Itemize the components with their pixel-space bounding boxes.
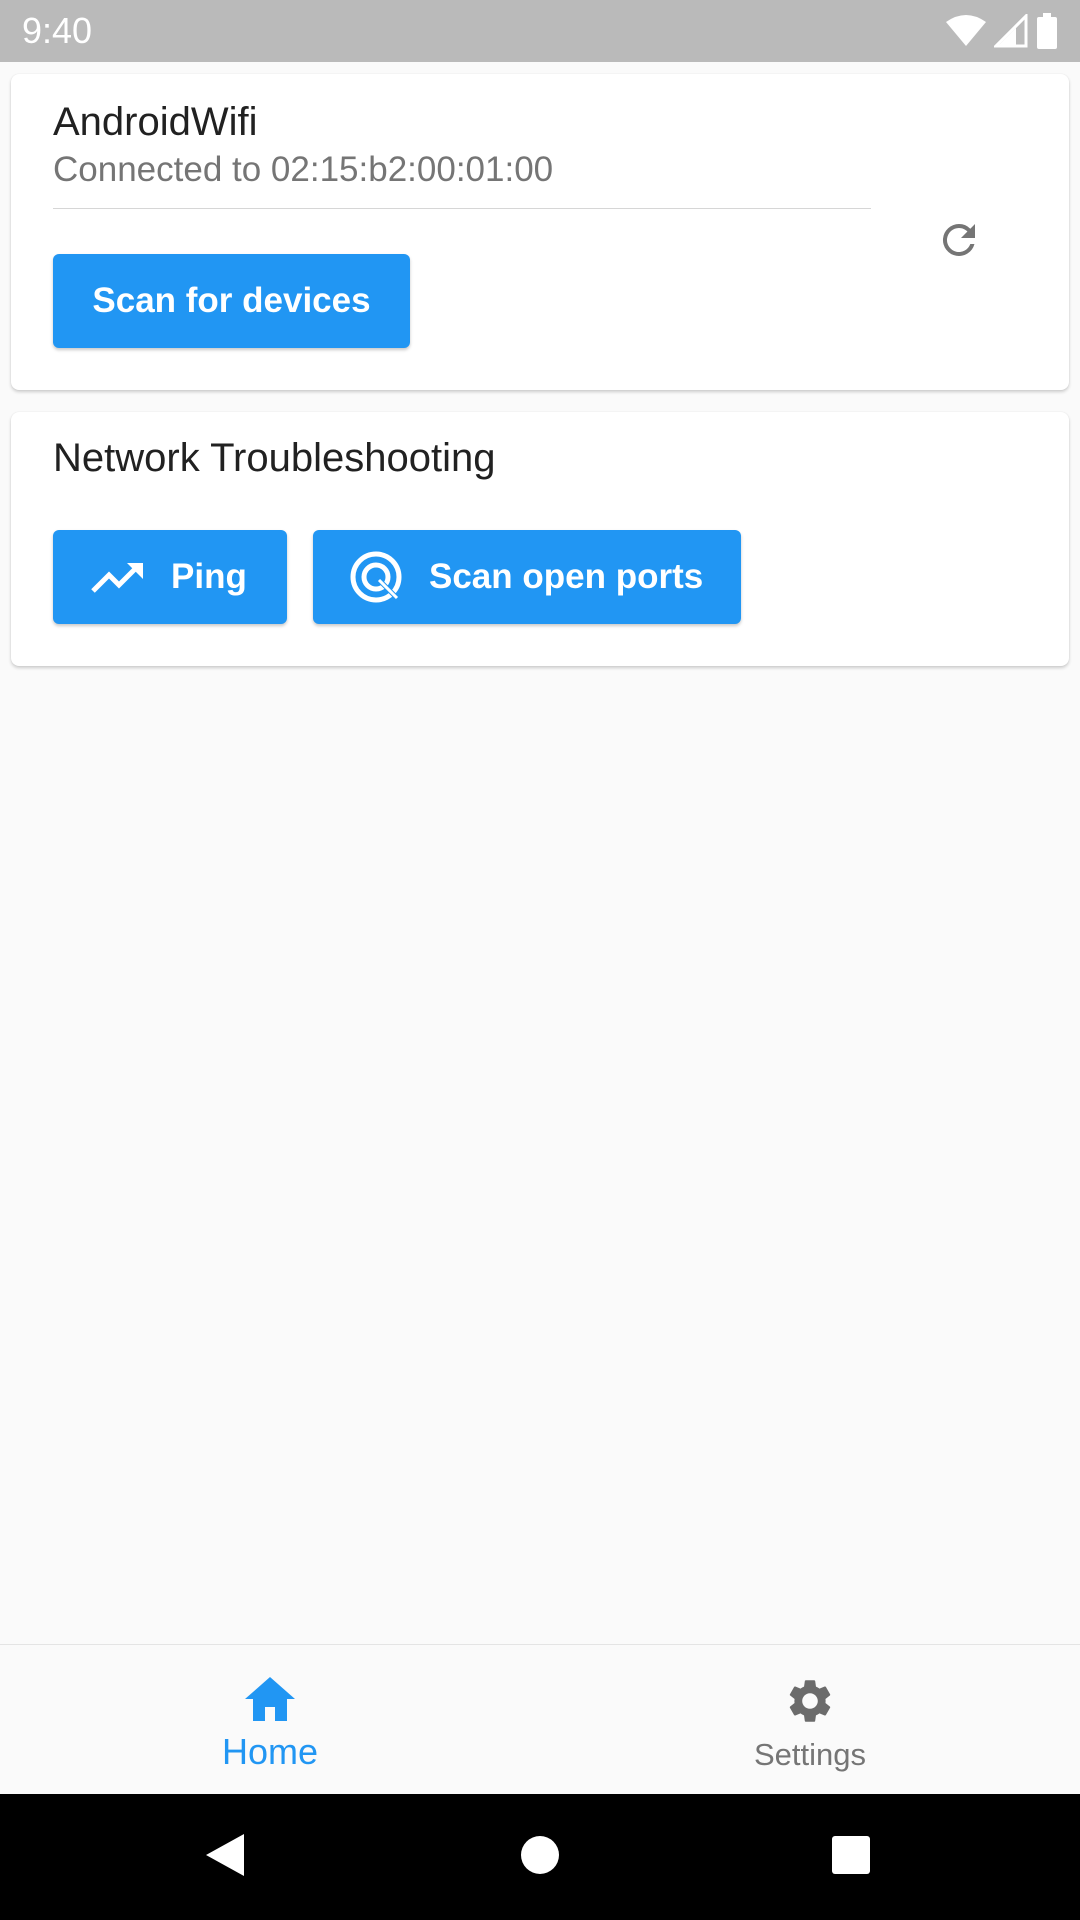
status-bar: 9:40 xyxy=(0,0,1080,62)
nav-item-home[interactable]: Home xyxy=(0,1645,540,1795)
trending-up-icon xyxy=(91,559,145,595)
bottom-navigation: Home Settings xyxy=(0,1644,1080,1794)
nav-label-home: Home xyxy=(221,1731,319,1772)
battery-icon xyxy=(1036,13,1058,49)
home-circle-icon xyxy=(520,1835,560,1880)
ping-label: Ping xyxy=(171,557,247,596)
refresh-icon xyxy=(935,216,983,269)
nav-label-settings: Settings xyxy=(753,1737,866,1772)
scan-open-ports-label: Scan open ports xyxy=(429,557,704,596)
scan-for-devices-button[interactable]: Scan for devices xyxy=(53,254,410,348)
scan-open-ports-button[interactable]: Scan open ports xyxy=(313,530,741,624)
troubleshooting-title: Network Troubleshooting xyxy=(53,436,496,480)
ping-button[interactable]: Ping xyxy=(53,530,287,624)
back-triangle-icon xyxy=(204,1832,246,1883)
settings-gear-icon xyxy=(540,1675,1080,1731)
app-screen: 9:40 AndroidWifi Connected to 02:15:b2:0… xyxy=(0,0,1080,1920)
troubleshooting-card: Network Troubleshooting Ping Scan open p… xyxy=(11,412,1069,666)
status-icons xyxy=(946,12,1058,50)
status-time: 9:40 xyxy=(22,10,93,51)
recents-square-icon xyxy=(831,1835,871,1880)
divider xyxy=(53,208,871,209)
nav-item-settings[interactable]: Settings xyxy=(540,1645,1080,1795)
connection-status: Connected to 02:15:b2:00:01:00 xyxy=(53,150,554,189)
cell-signal-icon xyxy=(994,14,1028,48)
radar-target-icon xyxy=(349,550,403,604)
system-home-button[interactable] xyxy=(507,1824,573,1890)
wifi-card: AndroidWifi Connected to 02:15:b2:00:01:… xyxy=(11,74,1069,390)
refresh-button[interactable] xyxy=(931,214,987,270)
home-icon xyxy=(0,1675,540,1731)
system-recents-button[interactable] xyxy=(818,1824,884,1890)
scan-for-devices-label: Scan for devices xyxy=(92,281,371,320)
system-navigation-bar xyxy=(0,1794,1080,1920)
system-back-button[interactable] xyxy=(192,1824,258,1890)
network-name: AndroidWifi xyxy=(53,100,258,144)
wifi-icon xyxy=(946,14,986,48)
